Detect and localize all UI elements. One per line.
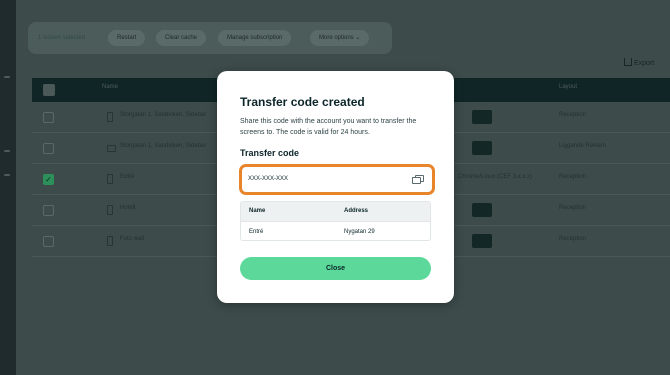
- column-name-header: Name: [102, 84, 119, 90]
- copy-icon[interactable]: [412, 175, 424, 185]
- row-layout: Reception: [559, 205, 587, 211]
- status-pill: [472, 203, 492, 217]
- nav-icon[interactable]: [4, 76, 10, 78]
- row-layout: Reception: [559, 112, 587, 118]
- export-label: Export: [634, 60, 655, 67]
- export-button[interactable]: Export: [624, 58, 654, 67]
- row-name: Storgatan 1, Sandviken, Sidebar: [120, 143, 207, 149]
- summary-table-row: Entré Nygatan 29: [241, 221, 430, 240]
- row-checkbox[interactable]: [43, 205, 54, 216]
- tv-icon: [107, 145, 116, 152]
- row-name: Storgatan 1, Sandviken, Sidebar: [120, 112, 207, 118]
- row-layout: Reception: [559, 236, 587, 242]
- summary-header-name: Name: [249, 208, 266, 214]
- status-pill: [472, 110, 492, 124]
- dialog-description: Share this code with the account you wan…: [240, 118, 417, 136]
- phone-icon: [107, 236, 113, 246]
- more-options-label: More options: [319, 35, 354, 41]
- phone-icon: [107, 174, 113, 184]
- export-icon: [624, 58, 632, 66]
- row-layout: Reception: [559, 174, 587, 180]
- column-layout-header: Layout: [559, 84, 578, 90]
- nav-icon[interactable]: [4, 150, 10, 152]
- row-checkbox[interactable]: [43, 143, 54, 154]
- transfer-code-dialog: Transfer code created Share this code wi…: [217, 71, 454, 303]
- row-name: Entré: [120, 174, 135, 180]
- dialog-title: Transfer code created: [240, 95, 365, 109]
- more-options-button[interactable]: More options ⌄: [310, 30, 370, 46]
- phone-icon: [107, 205, 113, 215]
- row-player-info: Chrome/Linux (CEF 3.x.x.x): [458, 174, 533, 180]
- summary-table-header: Name Address: [241, 202, 430, 221]
- transfer-code-field[interactable]: XXX-XXX-XXX: [239, 164, 435, 195]
- close-button[interactable]: Close: [240, 257, 431, 280]
- bulk-actions-toolbar: 1 screen selected Restart Clear cache Ma…: [28, 22, 392, 54]
- manage-subscription-button[interactable]: Manage subscription: [218, 30, 292, 46]
- chevron-down-icon: ⌄: [355, 35, 361, 41]
- summary-cell-name: Entré: [249, 229, 264, 235]
- select-all-checkbox[interactable]: [43, 84, 55, 96]
- row-name: Hotell: [120, 205, 136, 211]
- restart-button[interactable]: Restart: [108, 30, 146, 46]
- summary-cell-address: Nygatan 29: [344, 229, 375, 235]
- status-pill: [472, 234, 492, 248]
- row-checkbox-checked[interactable]: ✓: [43, 174, 54, 185]
- clear-cache-button[interactable]: Clear cache: [156, 30, 207, 46]
- row-checkbox[interactable]: [43, 236, 54, 247]
- row-layout: Liggande Reklam: [559, 143, 606, 149]
- selection-count: 1 screen selected: [38, 35, 86, 41]
- row-checkbox[interactable]: [43, 112, 54, 123]
- row-name: Foto wall: [120, 236, 145, 242]
- copy-icon-front: [412, 177, 421, 184]
- screen-summary-table: Name Address Entré Nygatan 29: [240, 201, 431, 241]
- summary-header-address: Address: [344, 208, 369, 214]
- nav-icon[interactable]: [4, 174, 10, 176]
- transfer-code-value[interactable]: XXX-XXX-XXX: [248, 176, 288, 182]
- status-pill: [472, 141, 492, 155]
- phone-icon: [107, 112, 113, 122]
- transfer-code-label: Transfer code: [240, 148, 300, 158]
- left-nav-rail: [0, 0, 16, 375]
